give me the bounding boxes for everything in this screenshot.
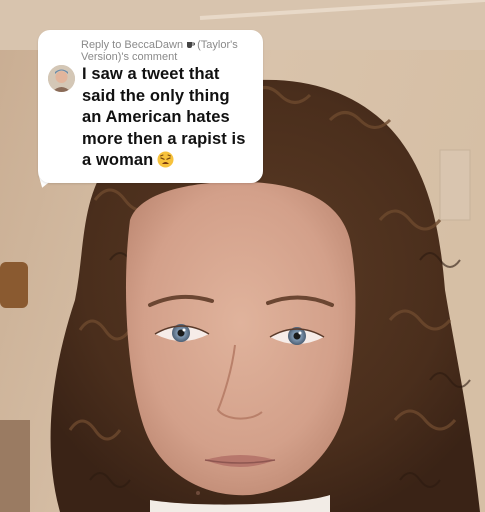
commenter-avatar[interactable] (48, 65, 75, 92)
reply-header: Reply to BeccaDawn (Taylor's Version)'s c… (81, 39, 253, 63)
coffee-cup-icon (186, 40, 196, 48)
weary-face-emoji-icon (157, 151, 174, 168)
reply-header-prefix: Reply to BeccaDawn (81, 39, 184, 51)
reply-comment-bubble[interactable]: Reply to BeccaDawn (Taylor's Version)'s c… (38, 30, 263, 183)
comment-text: I saw a tweet that said the only thing a… (82, 64, 252, 172)
